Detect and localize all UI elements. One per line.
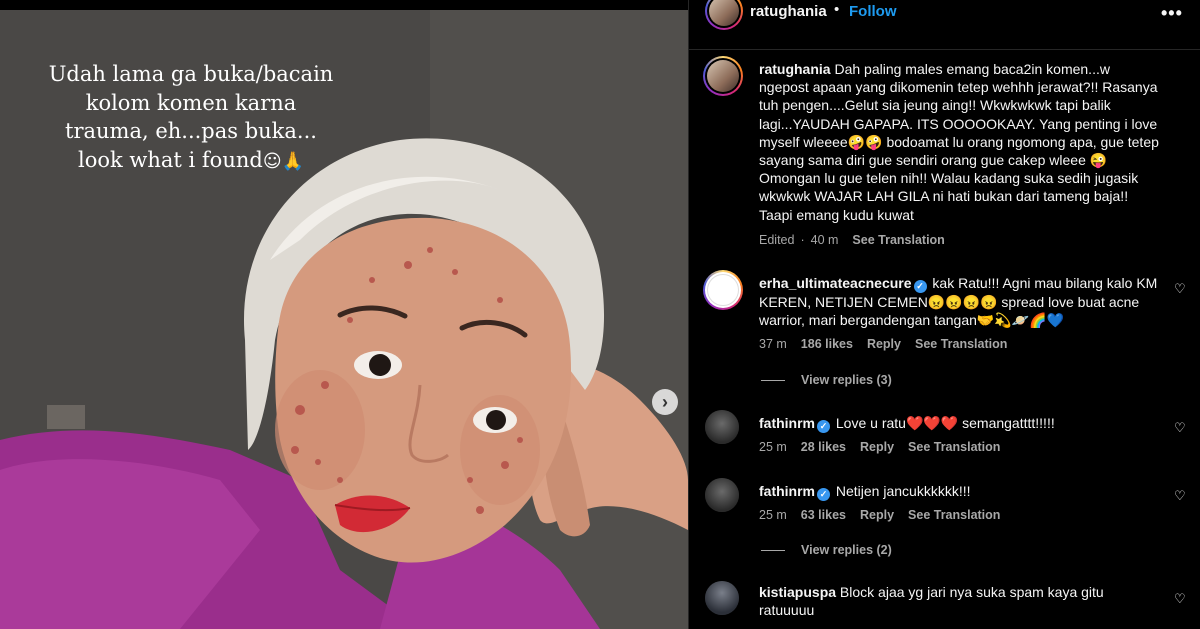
comment-text: erha_ultimateacnecure ✓ kak Ratu!!! Agni … — [759, 274, 1159, 329]
comment-likes[interactable]: 63 likes — [801, 508, 846, 522]
verified-badge-icon: ✓ — [817, 420, 830, 433]
comment-avatar[interactable] — [705, 581, 739, 615]
header-username[interactable]: ratughania — [750, 3, 827, 20]
edited-label: Edited — [759, 233, 795, 247]
comment-meta: 25 m 28 likes Reply See Translation — [759, 440, 1000, 454]
caption-username[interactable]: ratughania — [759, 61, 831, 77]
view-replies-label: View replies (3) — [801, 373, 892, 387]
comment-time: 37 m — [759, 337, 787, 351]
comments-panel: ratughania • Follow ••• ratughania Dah p… — [688, 0, 1200, 629]
post-caption-overlay: Udah lama ga buka/bacain kolom komen kar… — [26, 60, 356, 176]
verified-badge-icon: ✓ — [913, 280, 927, 293]
caption-emoji: ☺🙏 — [262, 150, 305, 172]
more-horizontal-icon[interactable]: ••• — [1161, 3, 1183, 24]
view-replies-label: View replies (2) — [801, 543, 892, 557]
comment-avatar[interactable] — [703, 270, 743, 310]
reply-button[interactable]: Reply — [860, 508, 894, 522]
see-translation-button[interactable]: See Translation — [908, 508, 1000, 522]
follow-button[interactable]: Follow — [849, 3, 897, 20]
like-heart-icon[interactable]: ♡ — [1174, 592, 1186, 605]
reply-button[interactable]: Reply — [860, 440, 894, 454]
caption-comment-text: ratughania Dah paling males emang baca2i… — [759, 60, 1161, 224]
replies-divider — [761, 379, 785, 381]
comment-time: 25 m — [759, 440, 787, 454]
view-replies-button[interactable]: View replies (3) — [761, 373, 892, 387]
comment-text: fathinrm ✓ Netijen jancukkkkkk!!! — [759, 482, 1159, 501]
comment-avatar[interactable] — [705, 410, 739, 444]
caption-see-translation[interactable]: See Translation — [852, 233, 944, 247]
chevron-right-icon: › — [662, 392, 668, 412]
caption-meta: Edited · 40 m See Translation — [759, 233, 945, 247]
comment-body: Love u ratu❤️❤️❤️ semangatttt!!!!! — [835, 415, 1055, 431]
verified-badge-icon: ✓ — [817, 488, 830, 501]
caption-body: Dah paling males emang baca2in komen...w… — [759, 61, 1159, 223]
see-translation-button[interactable]: See Translation — [915, 337, 1007, 351]
comment-meta: 37 m 186 likes Reply See Translation — [759, 337, 1007, 351]
like-heart-icon[interactable]: ♡ — [1174, 282, 1186, 295]
post-header: ratughania • Follow ••• — [689, 0, 1200, 50]
comment-likes[interactable]: 28 likes — [801, 440, 846, 454]
comment-time: 25 m — [759, 508, 787, 522]
comment-likes[interactable]: 186 likes — [801, 337, 853, 351]
carousel-next-button[interactable]: › — [652, 389, 678, 415]
comment-username[interactable]: fathinrm — [759, 483, 815, 499]
header-separator: • — [834, 1, 840, 18]
caption-avatar[interactable] — [703, 56, 743, 96]
comment-avatar[interactable] — [705, 478, 739, 512]
view-replies-button[interactable]: View replies (2) — [761, 543, 892, 557]
comment-text: fathinrm ✓ Love u ratu❤️❤️❤️ semangatttt!… — [759, 414, 1159, 433]
like-heart-icon[interactable]: ♡ — [1174, 421, 1186, 434]
header-avatar[interactable] — [705, 0, 743, 30]
reply-button[interactable]: Reply — [867, 337, 901, 351]
replies-divider — [761, 549, 785, 551]
comment-username[interactable]: fathinrm — [759, 415, 815, 431]
like-heart-icon[interactable]: ♡ — [1174, 489, 1186, 502]
post-photo: Udah lama ga buka/bacain kolom komen kar… — [0, 10, 688, 629]
comment-meta: 25 m 63 likes Reply See Translation — [759, 508, 1000, 522]
comment-text: kistiapuspa Block ajaa yg jari nya suka … — [759, 583, 1159, 619]
comment-username[interactable]: erha_ultimateacnecure — [759, 275, 912, 291]
comment-username[interactable]: kistiapuspa — [759, 584, 836, 600]
see-translation-button[interactable]: See Translation — [908, 440, 1000, 454]
comment-body: Netijen jancukkkkkk!!! — [835, 483, 971, 499]
caption-time: 40 m — [810, 233, 839, 247]
